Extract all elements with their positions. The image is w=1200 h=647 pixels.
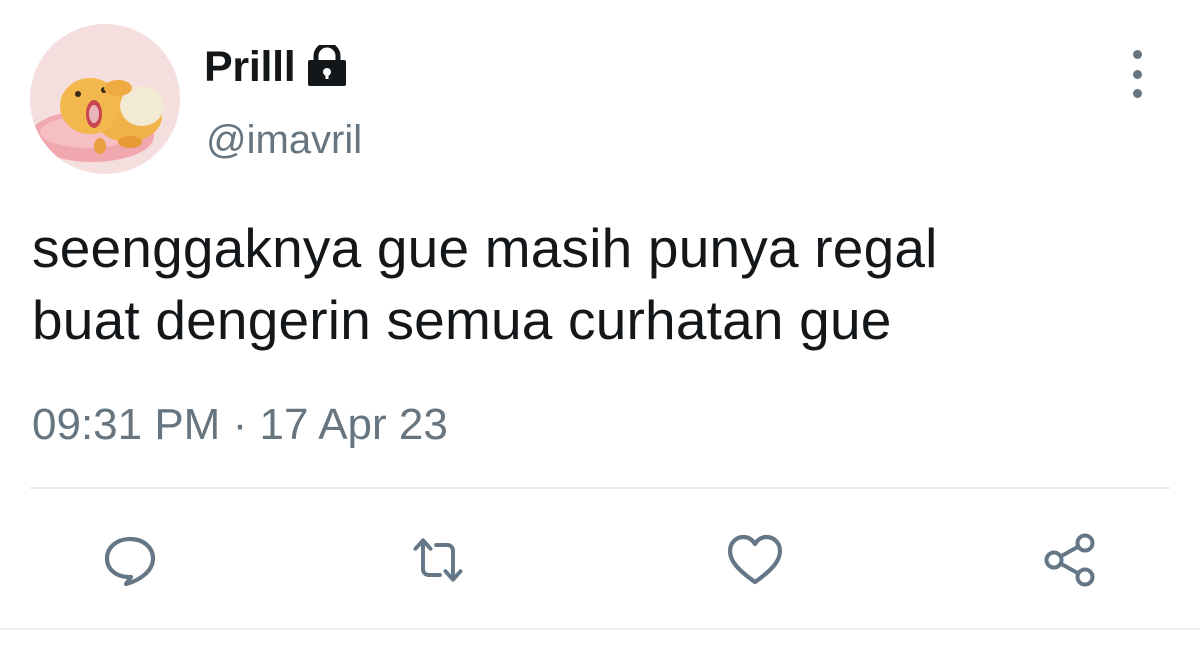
retweet-icon [413,538,463,582]
avatar[interactable] [30,24,180,174]
display-name[interactable]: Prilll [204,43,296,92]
tweet-date: 17 Apr 23 [259,400,448,449]
tweet-text-line: buat dengerin semua curhatan gue [32,289,892,351]
tweet-text: seenggaknya gue masih punya regal buat d… [32,212,1132,356]
lock-icon [305,42,349,92]
user-handle[interactable]: @imavril [206,118,362,163]
tweet-card: Prilll @imavril seenggaknya gue masih pu… [0,0,1200,647]
reply-button[interactable] [100,530,160,590]
retweet-button[interactable] [408,530,468,590]
avatar-image [30,24,180,174]
more-options-button[interactable] [1118,50,1156,98]
reply-icon [104,536,156,587]
bottom-divider [0,628,1200,630]
timestamp[interactable]: 09:31 PM · 17 Apr 23 [32,400,448,450]
like-button[interactable] [725,530,785,590]
divider [30,487,1170,489]
tweet-time: 09:31 PM [32,400,221,449]
author-row: Prilll [204,42,349,92]
share-icon [1044,533,1095,587]
heart-icon [727,534,783,585]
share-button[interactable] [1040,530,1100,590]
tweet-text-line: seenggaknya gue masih punya regal [32,217,938,279]
more-vertical-icon [1132,50,1142,59]
timestamp-separator: · [232,400,248,449]
